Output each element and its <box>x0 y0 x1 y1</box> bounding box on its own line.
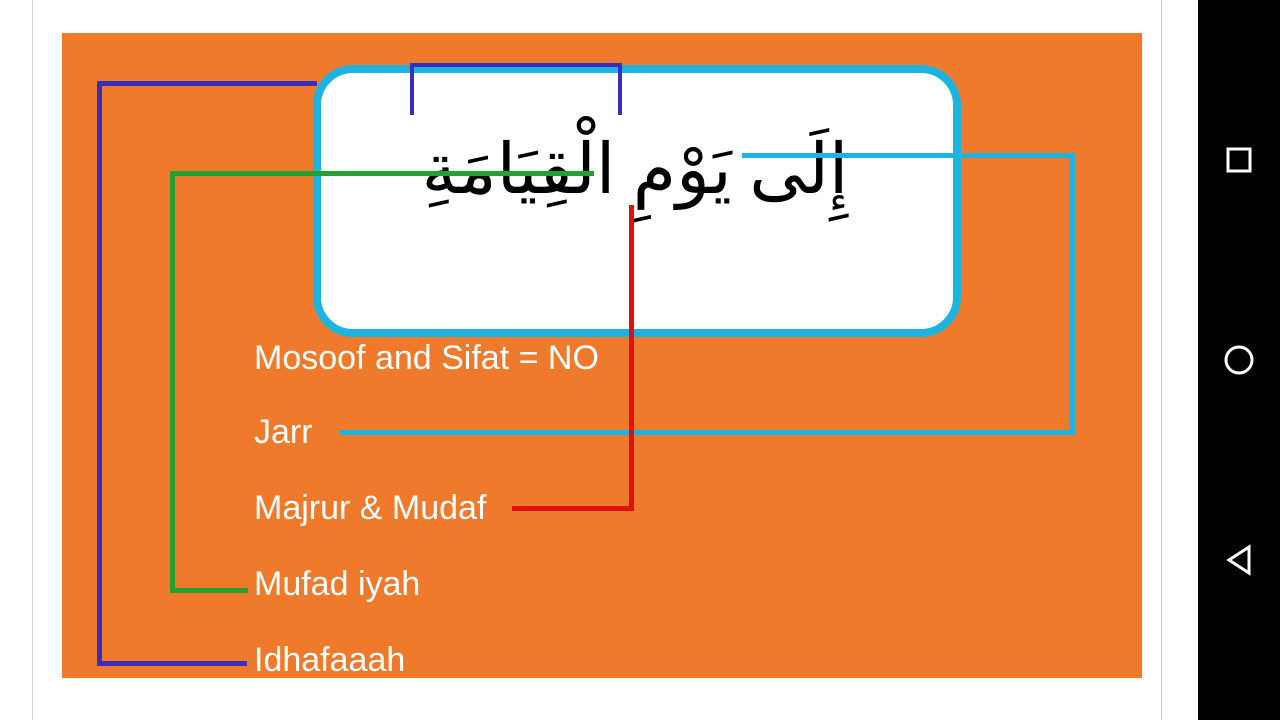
label-mosoof-sifat: Mosoof and Sifat = NO <box>254 339 599 378</box>
bracket-right-v <box>618 63 622 115</box>
mufad-line-h-top <box>170 171 594 176</box>
mufad-line-h-bottom <box>170 588 248 593</box>
label-jarr: Jarr <box>254 413 313 452</box>
arabic-text: إِلَى يَوْمِ الْقِيَامَةِ <box>320 128 950 211</box>
slide: إِلَى يَوْمِ الْقِيَامَةِ Mosoof and Sif… <box>62 33 1142 678</box>
jarr-line-h-top <box>742 153 1075 158</box>
home-icon[interactable] <box>1198 335 1280 385</box>
idhaf-line-v <box>97 81 102 666</box>
android-nav-bar <box>1198 0 1280 720</box>
majrur-line-h <box>512 506 634 511</box>
recent-apps-icon[interactable] <box>1198 135 1280 185</box>
jarr-line-v-right <box>1070 153 1075 435</box>
label-mufad-iyah: Mufad iyah <box>254 565 420 604</box>
idhaf-line-h-bottom <box>97 661 247 666</box>
back-icon[interactable] <box>1198 535 1280 585</box>
page-container: إِلَى يَوْمِ الْقِيَامَةِ Mosoof and Sif… <box>0 0 1165 720</box>
label-idhafaaah: Idhafaaah <box>254 641 405 680</box>
majrur-line-v <box>629 205 634 511</box>
bracket-top <box>410 63 622 67</box>
label-majrur-mudaf: Majrur & Mudaf <box>254 489 486 528</box>
jarr-line-h-bottom <box>340 430 1075 435</box>
idhaf-line-h-top <box>97 81 317 86</box>
bracket-left-v <box>410 63 414 115</box>
mufad-line-v <box>170 171 175 593</box>
